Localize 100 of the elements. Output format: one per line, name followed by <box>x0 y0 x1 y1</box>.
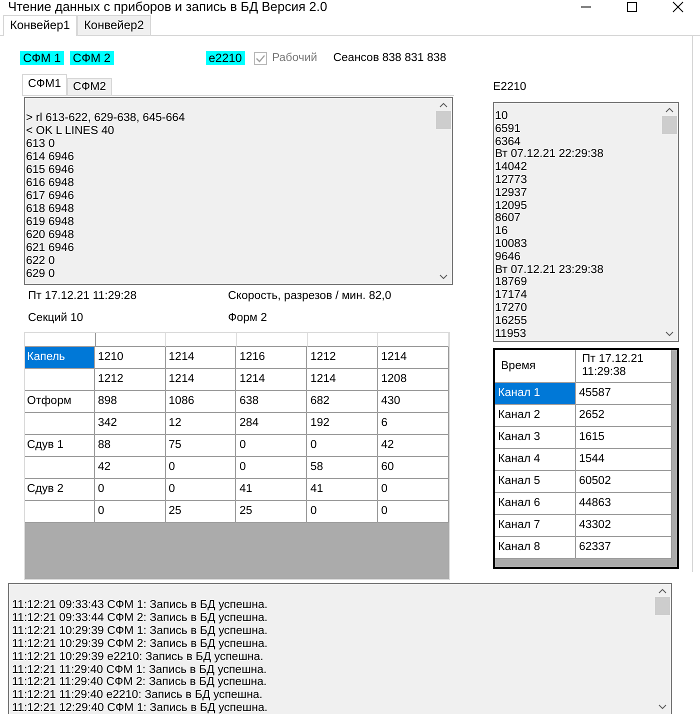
table-cell: 1212 <box>94 369 166 391</box>
table-cell: 6 <box>378 413 449 435</box>
speed-label: Скорость, разрезов / мин. 82,0 <box>228 290 392 302</box>
device-log-box[interactable]: > rl 613-622, 629-638, 645-664 < OK L LINES 40 613 0 614 6946 615 6946 616 6948 617 6946 618 6948 619 6948 620 6948 621 6946 622 0 629 0 <box>24 97 453 285</box>
table-cell: 284 <box>236 413 308 435</box>
table-cell: 1544 <box>576 449 672 471</box>
table-cell: 1216 <box>236 347 308 369</box>
device-tab[interactable]: СФМ2 <box>67 78 112 95</box>
table-cell: 60 <box>378 457 449 479</box>
column-header[interactable] <box>25 333 96 347</box>
table-cell: 1208 <box>378 369 449 391</box>
forms-label: Форм 2 <box>228 312 268 324</box>
conveyor-tab[interactable]: Конвейер1 <box>3 15 77 36</box>
log-line: 613 0 <box>26 138 56 151</box>
conveyor-tab[interactable]: Конвейер2 <box>76 15 151 35</box>
log-line: 11:12:21 10:29:39 СФМ 2: Запись в БД успешна. <box>12 638 269 651</box>
window-title: Чтение данных с приборов и запись в БД Версия 2.0 <box>8 0 328 14</box>
row-header-cell[interactable]: Сдув 1 <box>25 435 95 457</box>
row-header-cell[interactable]: Капель <box>25 347 95 369</box>
scroll-up-icon[interactable] <box>439 102 448 108</box>
table-cell: 1214 <box>307 369 378 391</box>
scroll-down-icon[interactable] <box>665 331 674 337</box>
list-line: 12095 <box>495 200 528 212</box>
channel-name-cell[interactable]: Канал 8 <box>495 537 576 559</box>
scroll-up-icon[interactable] <box>658 588 667 594</box>
scroll-down-icon[interactable] <box>658 704 667 710</box>
table-cell: 1214 <box>166 369 236 391</box>
table-cell: 0 <box>94 501 166 523</box>
table-cell: 638 <box>236 391 308 413</box>
channel-name-cell[interactable]: Канал 2 <box>495 405 576 427</box>
close-icon[interactable] <box>672 1 684 13</box>
table-cell: 1086 <box>166 391 236 413</box>
device-tab[interactable]: СФМ1 <box>22 74 68 95</box>
table-cell: 1212 <box>307 347 378 369</box>
log-line: 616 6948 <box>26 177 75 190</box>
table-cell: 0 <box>378 501 449 523</box>
table-cell: 1615 <box>576 427 672 449</box>
list-line: 10 <box>495 110 509 123</box>
table-cell: 58 <box>307 457 378 479</box>
row-header-cell[interactable]: Сдув 2 <box>25 479 95 501</box>
list-line: 11953 <box>495 328 528 340</box>
device-indicator: e2210 <box>206 51 245 65</box>
log-line: 622 0 <box>26 255 56 268</box>
sessions-label: Сеансов 838 831 838 <box>333 52 446 64</box>
channel-name-cell[interactable]: Канал 7 <box>495 515 576 537</box>
row-header-cell[interactable] <box>25 501 95 523</box>
log-line: > rl 613-622, 629-638, 645-664 <box>26 112 186 125</box>
log-line: 615 6946 <box>26 164 75 177</box>
list-line: 16255 <box>495 314 528 328</box>
row-header-cell[interactable]: Отформ <box>25 391 95 413</box>
row-header-cell[interactable] <box>25 369 95 391</box>
table-cell: 0 <box>236 457 308 479</box>
scroll-thumb[interactable] <box>436 111 451 129</box>
log-line: 11:12:21 10:29:39 СФМ 1: Запись в БД успешна. <box>12 624 269 638</box>
e2210-list-box[interactable]: 10 6591 6364 Вт 07.12.21 22:29:38 14042 12773 12937 12095 8607 16 10083 9646 Вт 07.12.21 23:29:38 18769 17174 17270 16255 11953 <box>493 102 679 342</box>
timestamp-label: Пт 17.12.21 11:29:28 <box>28 290 138 302</box>
table-cell: 60502 <box>576 471 672 493</box>
list-line: 17174 <box>495 289 528 302</box>
channel-name-cell[interactable]: Канал 3 <box>495 427 576 449</box>
table-cell: 88 <box>94 435 166 457</box>
table-cell: 42 <box>378 435 449 457</box>
table-cell: 45587 <box>576 383 672 405</box>
channel-name-cell[interactable]: Канал 4 <box>495 449 576 471</box>
table-cell: 898 <box>94 391 166 413</box>
scroll-down-icon[interactable] <box>439 274 448 280</box>
channel-name-cell[interactable]: Канал 6 <box>495 493 576 515</box>
scroll-thumb[interactable] <box>655 597 670 615</box>
device-indicator: СФМ 1 <box>20 51 64 65</box>
list-line: 8607 <box>495 212 522 226</box>
list-line: 14042 <box>495 161 528 174</box>
list-line: 6364 <box>495 136 522 148</box>
table-cell: 75 <box>166 435 236 457</box>
scroll-up-icon[interactable] <box>665 107 674 113</box>
event-log-box[interactable] <box>8 583 672 714</box>
e2210-label: E2210 <box>493 80 528 95</box>
log-line: 11:12:21 11:29:40 e2210: Запись в БД успешна. <box>12 689 264 702</box>
log-line: 11:12:21 09:33:43 СФМ 1: Запись в БД успешна. <box>12 599 269 612</box>
table-cell: 0 <box>166 479 236 501</box>
table-cell: 1214 <box>166 347 236 369</box>
channel-name-cell[interactable]: Канал 5 <box>495 471 576 493</box>
table-cell: 41 <box>307 479 378 501</box>
scroll-thumb[interactable] <box>662 116 677 134</box>
table-cell: 430 <box>378 391 449 413</box>
channel-name-cell[interactable]: Канал 1 <box>495 383 576 405</box>
list-line: Вт 07.12.21 22:29:38 <box>495 148 604 162</box>
row-header-cell[interactable] <box>25 457 95 479</box>
table-cell: 0 <box>236 435 308 457</box>
log-line: 629 0 <box>26 268 56 281</box>
table-cell: 0 <box>166 457 236 479</box>
log-line: 621 6946 <box>26 242 75 255</box>
list-line: 12937 <box>495 186 528 200</box>
list-line: 12773 <box>495 174 528 187</box>
table-cell: 25 <box>236 501 308 523</box>
table-cell: 42 <box>94 457 166 479</box>
row-header-cell[interactable] <box>25 413 95 435</box>
column-header: Время <box>495 350 576 383</box>
list-line: 16 <box>495 225 509 238</box>
maximize-icon[interactable] <box>626 1 638 13</box>
log-line: < OK L LINES 40 <box>26 125 116 138</box>
table-cell: 44863 <box>576 493 672 515</box>
